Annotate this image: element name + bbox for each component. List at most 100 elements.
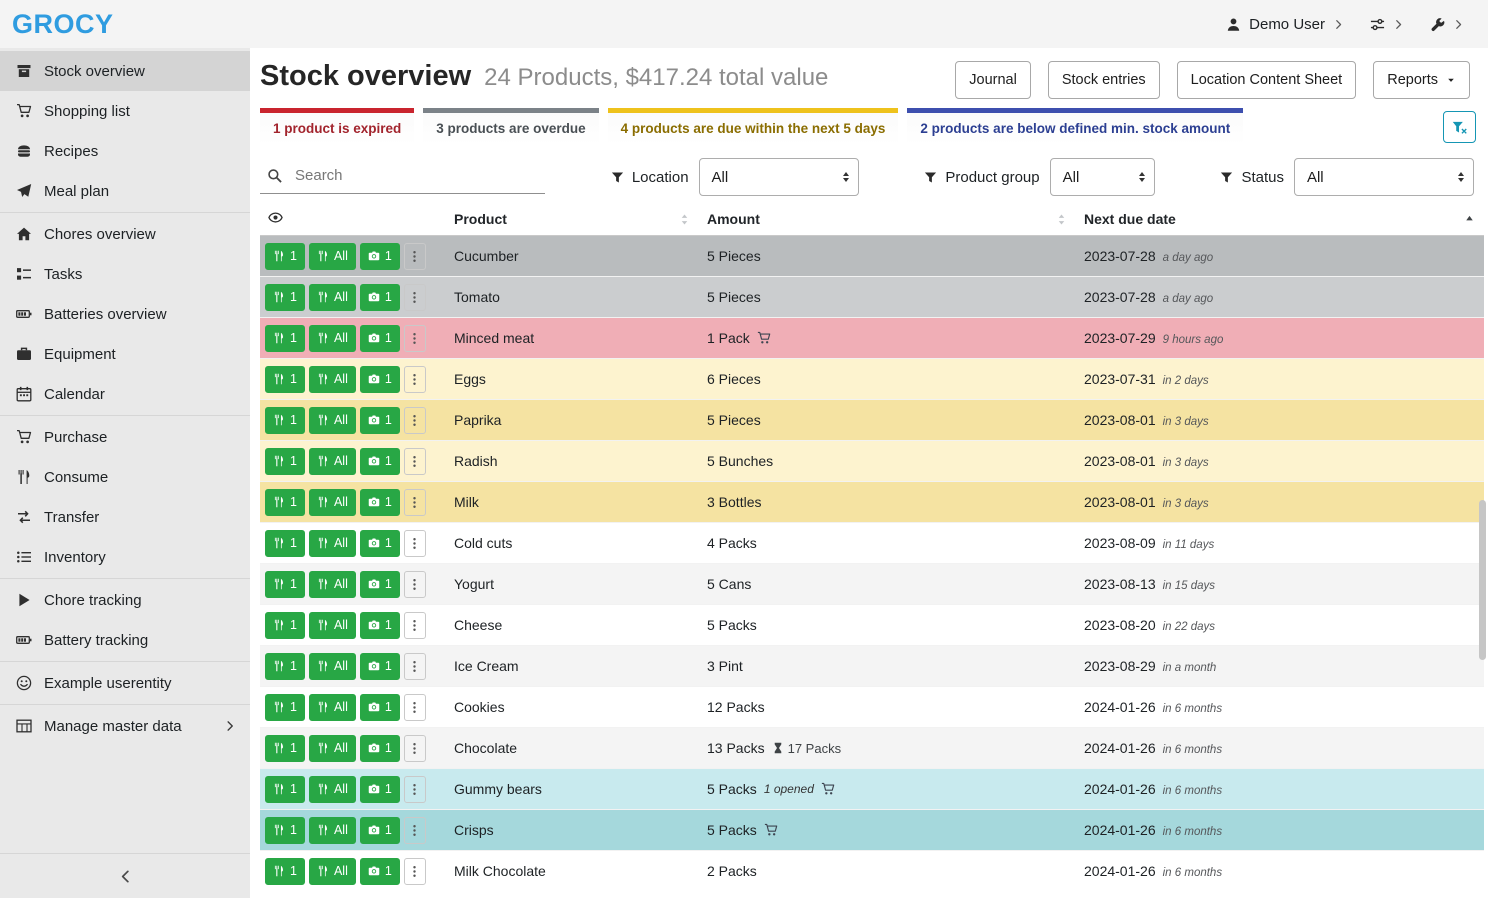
open-one-button[interactable]: 1 [360, 776, 400, 803]
product-name[interactable]: Crisps [454, 822, 494, 838]
sidebar-item-battery-tracking[interactable]: Battery tracking [0, 620, 250, 660]
product-name[interactable]: Radish [454, 453, 498, 469]
product-name[interactable]: Cookies [454, 699, 505, 715]
location-content-sheet-button[interactable]: Location Content Sheet [1177, 61, 1357, 99]
product-name[interactable]: Paprika [454, 412, 501, 428]
product-name[interactable]: Minced meat [454, 330, 534, 346]
stock-entries-button[interactable]: Stock entries [1048, 61, 1160, 99]
product-name[interactable]: Milk Chocolate [454, 863, 546, 879]
sidebar-item-inventory[interactable]: Inventory [0, 537, 250, 577]
row-menu-button[interactable] [404, 284, 426, 311]
consume-one-button[interactable]: 1 [265, 612, 305, 639]
product-name[interactable]: Eggs [454, 371, 486, 387]
sidebar-item-meal-plan[interactable]: Meal plan [0, 171, 250, 211]
sidebar-item-consume[interactable]: Consume [0, 457, 250, 497]
row-menu-button[interactable] [404, 489, 426, 516]
row-menu-button[interactable] [404, 858, 426, 885]
status-filter-due-soon[interactable]: 4 products are due within the next 5 day… [608, 108, 899, 145]
search-input[interactable] [295, 167, 541, 184]
sidebar-item-purchase[interactable]: Purchase [0, 417, 250, 457]
status-filter-overdue[interactable]: 3 products are overdue [423, 108, 598, 145]
row-menu-button[interactable] [404, 776, 426, 803]
product-name[interactable]: Chocolate [454, 740, 517, 756]
consume-one-button[interactable]: 1 [265, 284, 305, 311]
consume-one-button[interactable]: 1 [265, 530, 305, 557]
sidebar-item-transfer[interactable]: Transfer [0, 497, 250, 537]
row-menu-button[interactable] [404, 612, 426, 639]
sidebar-item-tasks[interactable]: Tasks [0, 254, 250, 294]
consume-all-button[interactable]: All [309, 284, 356, 311]
consume-one-button[interactable]: 1 [265, 448, 305, 475]
open-one-button[interactable]: 1 [360, 407, 400, 434]
open-one-button[interactable]: 1 [360, 284, 400, 311]
sidebar-item-chore-tracking[interactable]: Chore tracking [0, 580, 250, 620]
consume-one-button[interactable]: 1 [265, 817, 305, 844]
open-one-button[interactable]: 1 [360, 243, 400, 270]
consume-all-button[interactable]: All [309, 407, 356, 434]
row-menu-button[interactable] [404, 366, 426, 393]
column-visibility-header[interactable] [260, 205, 446, 236]
consume-all-button[interactable]: All [309, 571, 356, 598]
open-one-button[interactable]: 1 [360, 612, 400, 639]
column-header-product[interactable]: Product [446, 205, 699, 236]
open-one-button[interactable]: 1 [360, 489, 400, 516]
product-name[interactable]: Cold cuts [454, 535, 512, 551]
open-one-button[interactable]: 1 [360, 858, 400, 885]
consume-all-button[interactable]: All [309, 489, 356, 516]
sidebar-item-manage-master-data[interactable]: Manage master data [0, 706, 250, 746]
consume-all-button[interactable]: All [309, 325, 356, 352]
open-one-button[interactable]: 1 [360, 530, 400, 557]
sidebar-collapse-button[interactable] [0, 853, 250, 898]
sidebar-item-batteries-overview[interactable]: Batteries overview [0, 294, 250, 334]
sidebar-item-example-userentity[interactable]: Example userentity [0, 663, 250, 703]
product-group-filter-select[interactable]: All [1050, 158, 1155, 196]
sidebar-item-chores-overview[interactable]: Chores overview [0, 214, 250, 254]
consume-one-button[interactable]: 1 [265, 325, 305, 352]
product-name[interactable]: Cheese [454, 617, 502, 633]
consume-all-button[interactable]: All [309, 735, 356, 762]
open-one-button[interactable]: 1 [360, 325, 400, 352]
product-name[interactable]: Tomato [454, 289, 500, 305]
consume-all-button[interactable]: All [309, 448, 356, 475]
row-menu-button[interactable] [404, 571, 426, 598]
column-header-next-due-date[interactable]: Next due date [1076, 205, 1484, 236]
consume-one-button[interactable]: 1 [265, 694, 305, 721]
consume-one-button[interactable]: 1 [265, 858, 305, 885]
consume-one-button[interactable]: 1 [265, 653, 305, 680]
admin-menu[interactable] [1430, 17, 1464, 32]
user-menu[interactable]: Demo User [1226, 16, 1344, 33]
consume-all-button[interactable]: All [309, 530, 356, 557]
row-menu-button[interactable] [404, 530, 426, 557]
status-filter-expired[interactable]: 1 product is expired [260, 108, 414, 145]
consume-one-button[interactable]: 1 [265, 735, 305, 762]
open-one-button[interactable]: 1 [360, 817, 400, 844]
settings-menu[interactable] [1370, 17, 1404, 32]
row-menu-button[interactable] [404, 407, 426, 434]
sidebar-item-shopping-list[interactable]: Shopping list [0, 91, 250, 131]
consume-one-button[interactable]: 1 [265, 776, 305, 803]
open-one-button[interactable]: 1 [360, 694, 400, 721]
consume-one-button[interactable]: 1 [265, 407, 305, 434]
consume-all-button[interactable]: All [309, 817, 356, 844]
open-one-button[interactable]: 1 [360, 366, 400, 393]
status-filter-select[interactable]: All [1294, 158, 1474, 196]
reports-button[interactable]: Reports [1373, 61, 1470, 99]
product-name[interactable]: Cucumber [454, 248, 519, 264]
consume-all-button[interactable]: All [309, 653, 356, 680]
sidebar-item-equipment[interactable]: Equipment [0, 334, 250, 374]
consume-all-button[interactable]: All [309, 612, 356, 639]
journal-button[interactable]: Journal [955, 61, 1031, 99]
row-menu-button[interactable] [404, 694, 426, 721]
row-menu-button[interactable] [404, 448, 426, 475]
row-menu-button[interactable] [404, 653, 426, 680]
consume-one-button[interactable]: 1 [265, 243, 305, 270]
status-filter-below-min[interactable]: 2 products are below defined min. stock … [907, 108, 1243, 145]
open-one-button[interactable]: 1 [360, 735, 400, 762]
row-menu-button[interactable] [404, 735, 426, 762]
row-menu-button[interactable] [404, 817, 426, 844]
consume-all-button[interactable]: All [309, 366, 356, 393]
product-name[interactable]: Milk [454, 494, 479, 510]
consume-all-button[interactable]: All [309, 776, 356, 803]
clear-filter-button[interactable] [1443, 111, 1476, 143]
consume-all-button[interactable]: All [309, 858, 356, 885]
